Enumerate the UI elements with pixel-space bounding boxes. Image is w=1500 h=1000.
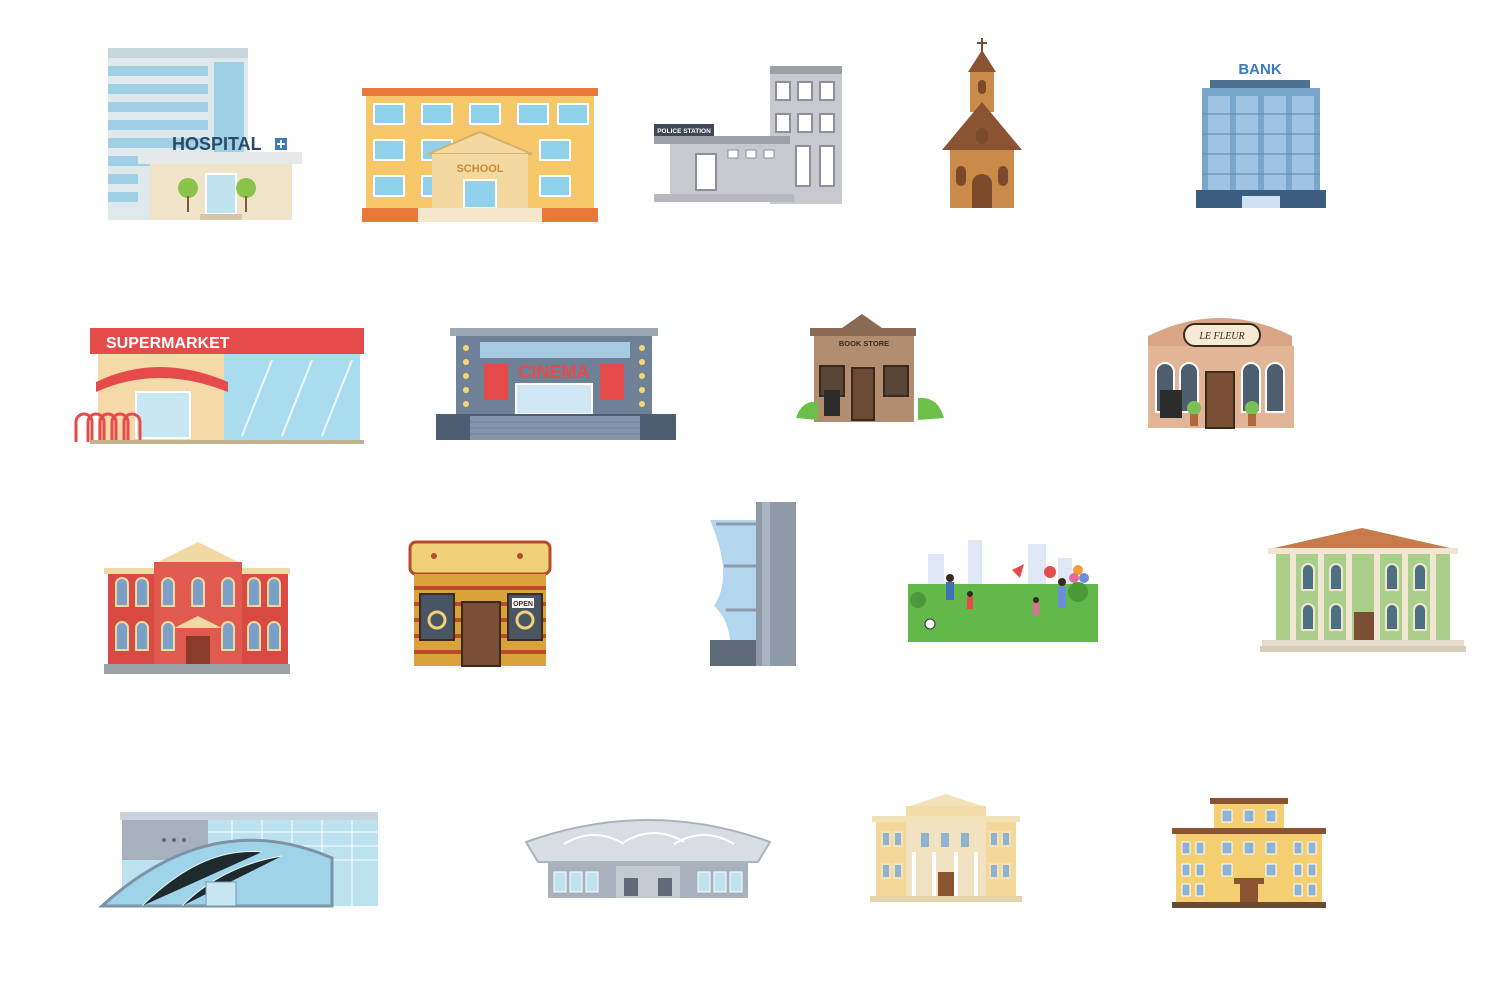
book-store-sign: BOOK STORE (839, 339, 889, 348)
bank-sign: BANK (1238, 61, 1281, 78)
theatre-building (870, 792, 1022, 902)
supermarket-building: SUPERMARKET (72, 326, 366, 446)
train-station-building (98, 810, 380, 910)
park-scene (908, 530, 1098, 642)
police-station-sign: POLICE STATION (657, 128, 711, 135)
glass-tower-building (706, 500, 800, 670)
cinema-building: CINEMA (434, 326, 678, 444)
school-sign: SCHOOL (456, 163, 503, 175)
open-sign: OPEN (513, 601, 533, 608)
red-civic-building (102, 540, 292, 676)
bank-building: BANK (1194, 58, 1328, 210)
supermarket-sign: SUPERMARKET (106, 335, 230, 352)
cinema-sign: CINEMA (519, 362, 590, 382)
school-building: SCHOOL (362, 88, 598, 222)
hospital-sign: HOSPITAL (172, 134, 262, 154)
police-station-building: POLICE STATION (650, 66, 844, 206)
book-store-building: BOOK STORE (796, 310, 944, 424)
cafe-building: LE FLEUR (1144, 310, 1296, 430)
museum-building (1260, 526, 1466, 654)
apartment-building (1172, 798, 1326, 908)
cafe-sign: LE FLEUR (1198, 331, 1244, 342)
bakery-building: OPEN (408, 540, 552, 668)
church-building (942, 38, 1024, 210)
hospital-building: HOSPITAL (104, 48, 306, 223)
stadium-building (524, 819, 772, 900)
